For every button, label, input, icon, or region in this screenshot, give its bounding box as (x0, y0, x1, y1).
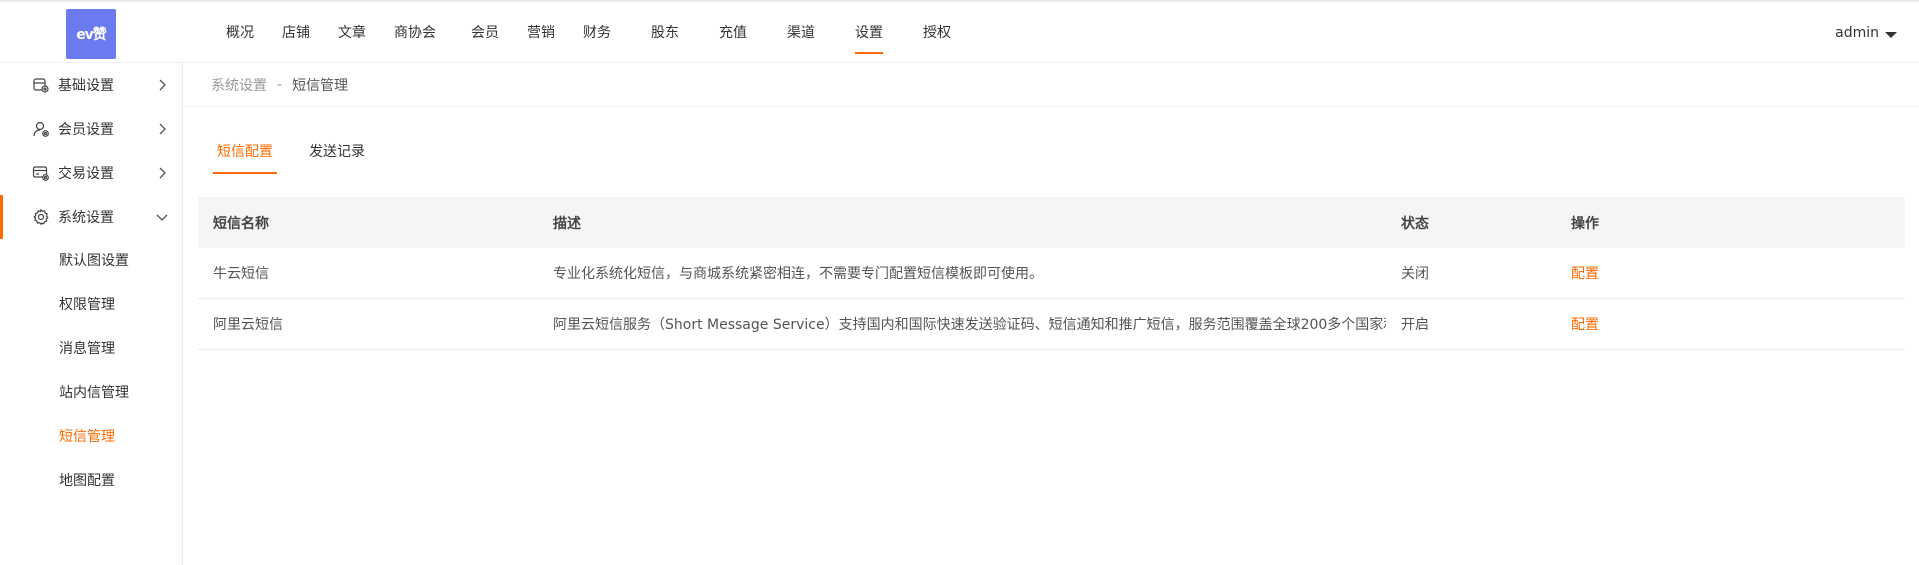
column-header-description: 描述 (553, 215, 581, 232)
sidebar-item-label: 系统设置 (58, 210, 114, 226)
main-nav: 概况 店铺 文章 商协会 会员 营销 财务 股东 充值 渠道 设置 授权 (226, 2, 951, 65)
configure-link[interactable]: 配置 (1571, 266, 1599, 282)
breadcrumb-parent[interactable]: 系统设置 (211, 75, 267, 95)
table-row: 阿里云短信 阿里云短信服务（Short Message Service）支持国内… (198, 299, 1905, 350)
sidebar-subitem-messages[interactable]: 消息管理 (0, 327, 182, 371)
top-bar: ev赞 概况 店铺 文章 商协会 会员 营销 财务 股东 充值 渠道 设置 授权… (0, 0, 1919, 63)
column-header-status: 状态 (1401, 215, 1429, 232)
sms-table: 短信名称 描述 状态 操作 牛云短信 专业化系统化短信，与商城系统紧密相连，不需… (198, 197, 1905, 350)
user-menu[interactable]: admin (1835, 2, 1897, 65)
cell-status: 开启 (1401, 317, 1429, 333)
nav-item-overview[interactable]: 概况 (226, 2, 282, 65)
configure-link[interactable]: 配置 (1571, 317, 1599, 333)
nav-item-member[interactable]: 会员 (471, 2, 527, 65)
card-gear-icon (32, 164, 50, 182)
sidebar-item-member-settings[interactable]: 会员设置 (0, 107, 182, 151)
logo[interactable]: ev赞 (66, 9, 116, 59)
nav-item-recharge[interactable]: 充值 (719, 2, 787, 65)
user-gear-icon (32, 120, 50, 138)
sidebar-subitem-default-image[interactable]: 默认图设置 (0, 239, 182, 283)
sidebar-item-label: 会员设置 (58, 122, 114, 138)
nav-item-article[interactable]: 文章 (338, 2, 394, 65)
nav-item-marketing[interactable]: 营销 (527, 2, 583, 65)
chevron-right-icon (159, 167, 166, 179)
breadcrumb-separator: - (277, 76, 283, 93)
table-header: 短信名称 描述 状态 操作 (198, 197, 1905, 248)
nav-item-finance[interactable]: 财务 (583, 2, 651, 65)
chevron-down-icon (156, 214, 168, 221)
column-header-action: 操作 (1571, 215, 1599, 232)
logo-text: ev赞 (76, 27, 107, 43)
cell-description: 专业化系统化短信，与商城系统紧密相连，不需要专门配置短信模板即可使用。 (553, 266, 1043, 282)
chevron-right-icon (159, 79, 166, 91)
sidebar-subitem-permissions[interactable]: 权限管理 (0, 283, 182, 327)
chevron-right-icon (159, 123, 166, 135)
breadcrumb: 系统设置 - 短信管理 (183, 63, 1919, 107)
nav-item-settings[interactable]: 设置 (855, 2, 883, 65)
nav-item-shareholder[interactable]: 股东 (651, 2, 719, 65)
cell-name: 阿里云短信 (213, 317, 283, 333)
tab-bar: 短信配置 发送记录 (213, 130, 369, 174)
gear-database-icon (32, 76, 50, 94)
sidebar-item-basic-settings[interactable]: 基础设置 (0, 63, 182, 107)
cell-status: 关闭 (1401, 266, 1429, 282)
nav-item-authorization[interactable]: 授权 (923, 2, 951, 65)
sidebar: 基础设置 会员设置 交易设置 系统设置 默认图设置 权限管理 消息管理 站内信管… (0, 63, 183, 565)
sidebar-item-label: 基础设置 (58, 78, 114, 94)
sidebar-subitem-sms[interactable]: 短信管理 (0, 415, 182, 459)
column-header-name: 短信名称 (213, 215, 269, 232)
cell-name: 牛云短信 (213, 266, 269, 282)
sidebar-item-label: 交易设置 (58, 166, 114, 182)
nav-item-chamber[interactable]: 商协会 (394, 2, 471, 65)
sidebar-subitem-map[interactable]: 地图配置 (0, 459, 182, 503)
username: admin (1835, 25, 1879, 41)
tab-sms-config[interactable]: 短信配置 (213, 130, 277, 174)
cell-description: 阿里云短信服务（Short Message Service）支持国内和国际快速发… (553, 317, 1386, 333)
gear-icon (32, 208, 50, 226)
nav-item-channel[interactable]: 渠道 (787, 2, 855, 65)
caret-down-icon (1885, 31, 1897, 38)
sidebar-item-system-settings[interactable]: 系统设置 (0, 195, 182, 239)
sidebar-item-transaction-settings[interactable]: 交易设置 (0, 151, 182, 195)
tab-send-records[interactable]: 发送记录 (305, 130, 369, 174)
sidebar-subitem-site-messages[interactable]: 站内信管理 (0, 371, 182, 415)
breadcrumb-current: 短信管理 (292, 77, 349, 94)
table-row: 牛云短信 专业化系统化短信，与商城系统紧密相连，不需要专门配置短信模板即可使用。… (198, 248, 1905, 299)
nav-item-store[interactable]: 店铺 (282, 2, 338, 65)
